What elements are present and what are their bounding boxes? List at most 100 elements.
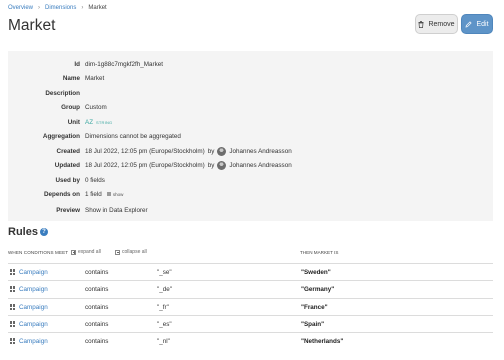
- rule-value: "_se": [157, 268, 172, 276]
- detail-row-preview: Preview Show in Data Explorer: [8, 205, 493, 215]
- rules-title-text: Rules: [8, 226, 38, 238]
- rule-dimension-link[interactable]: Campaign: [19, 286, 48, 293]
- detail-row-name: Name Market: [8, 73, 493, 83]
- rule-row: Campaign contains "_de" "Germany": [8, 280, 493, 297]
- detail-id-value: dim-1g88c7mgkf2fh_Market: [85, 60, 164, 68]
- avatar: [217, 146, 227, 156]
- detail-unit-value: AZ STRING: [85, 119, 112, 126]
- breadcrumb: Overview › Dimensions › Market: [8, 5, 107, 11]
- rule-dimension-link[interactable]: Campaign: [19, 321, 48, 328]
- unit-symbol: AZ: [85, 118, 94, 126]
- detail-row-updated: Updated 18 Jul 2022, 12:05 pm (Europe/St…: [8, 160, 493, 170]
- detail-depends-on-value: 1 field show: [85, 191, 123, 198]
- expand-all-icon: [71, 249, 76, 255]
- expand-all-label: expand all: [78, 249, 101, 255]
- dimension-details-panel: Id dim-1g88c7mgkf2fh_Market Name Market …: [8, 51, 493, 221]
- rule-result: "Sweden": [301, 268, 331, 276]
- dimension-grid-icon: [10, 286, 16, 292]
- edit-button-label: Edit: [476, 20, 489, 28]
- collapse-all-label: collapse all: [122, 249, 147, 255]
- detail-row-unit: Unit AZ STRING: [8, 117, 493, 127]
- breadcrumb-overview[interactable]: Overview: [8, 5, 33, 11]
- created-date: 18 Jul 2022, 12:05 pm (Europe/Stockholm): [85, 147, 205, 155]
- expand-all-button[interactable]: expand all: [71, 249, 101, 255]
- detail-row-description: Description: [8, 88, 493, 98]
- created-by-text: by: [207, 147, 215, 155]
- rule-operator: contains: [85, 268, 109, 276]
- breadcrumb-current: Market: [88, 5, 107, 11]
- detail-row-aggregation: Aggregation Dimensions cannot be aggrega…: [8, 131, 493, 141]
- detail-label: Description: [45, 89, 80, 97]
- help-icon[interactable]: ?: [39, 228, 48, 236]
- rule-value: "_de": [157, 285, 172, 293]
- detail-label: Used by: [55, 176, 81, 184]
- expand-square-icon: [106, 192, 111, 196]
- updated-user: Johannes Andreasson: [229, 161, 292, 169]
- breadcrumb-separator-icon: ›: [38, 5, 41, 11]
- trash-icon: [418, 20, 424, 28]
- detail-label: Group: [61, 103, 80, 111]
- rule-operator: contains: [85, 303, 109, 311]
- detail-row-used-by: Used by 0 fields: [8, 175, 493, 185]
- column-header-then: THEN MARKET IS: [300, 249, 339, 255]
- detail-updated-value: 18 Jul 2022, 12:05 pm (Europe/Stockholm)…: [85, 160, 292, 170]
- rules-table-header: WHEN CONDITIONS MEET expand all collapse…: [8, 246, 493, 258]
- breadcrumb-separator-icon: ›: [81, 5, 84, 11]
- detail-label: Preview: [56, 206, 80, 214]
- rule-row: Campaign contains "_es" "Spain": [8, 315, 493, 332]
- rule-value: "_fr": [157, 303, 169, 311]
- rule-dimension-link[interactable]: Campaign: [19, 338, 48, 345]
- avatar: [217, 160, 227, 170]
- rule-row: Campaign contains "_se" "Sweden": [8, 263, 493, 280]
- rule-result: "France": [301, 303, 328, 311]
- rule-value: "_es": [157, 320, 172, 328]
- remove-button[interactable]: Remove: [415, 14, 458, 34]
- edit-button[interactable]: Edit: [461, 14, 493, 34]
- dimension-grid-icon: [10, 269, 16, 275]
- collapse-all-button[interactable]: collapse all: [115, 249, 147, 255]
- detail-label: Name: [62, 74, 80, 82]
- rule-row: Campaign contains "_fr" "France": [8, 298, 493, 315]
- rule-operator: contains: [85, 337, 109, 345]
- detail-label: Depends on: [43, 190, 80, 198]
- show-dependencies-button[interactable]: show: [106, 191, 124, 197]
- created-user: Johannes Andreasson: [229, 147, 292, 155]
- dimension-grid-icon: [10, 304, 16, 310]
- rule-result: "Netherlands": [301, 337, 344, 345]
- column-header-when: WHEN CONDITIONS MEET: [8, 249, 69, 255]
- detail-label: Id: [74, 60, 80, 68]
- detail-row-id: Id dim-1g88c7mgkf2fh_Market: [8, 59, 493, 69]
- rule-value: "_nl": [157, 337, 170, 345]
- rule-dimension-link[interactable]: Campaign: [19, 269, 48, 276]
- detail-name-value: Market: [85, 74, 105, 82]
- rule-operator: contains: [85, 320, 109, 328]
- detail-aggregation-value: Dimensions cannot be aggregated: [85, 132, 181, 140]
- detail-row-group: Group Custom: [8, 102, 493, 112]
- remove-button-label: Remove: [428, 20, 455, 28]
- rule-result: "Germany": [301, 285, 335, 293]
- dimension-grid-icon: [10, 338, 16, 344]
- show-label: show: [112, 191, 124, 197]
- depends-on-count: 1 field: [85, 190, 102, 198]
- detail-used-by-value: 0 fields: [85, 176, 105, 184]
- rule-row: Campaign contains "_nl" "Netherlands": [8, 332, 493, 349]
- collapse-all-icon: [115, 249, 120, 255]
- detail-row-depends-on: Depends on 1 field show: [8, 189, 493, 199]
- detail-row-created: Created 18 Jul 2022, 12:05 pm (Europe/St…: [8, 146, 493, 156]
- rule-result: "Spain": [301, 320, 325, 328]
- show-in-data-explorer-link[interactable]: Show in Data Explorer: [85, 207, 148, 214]
- detail-label: Updated: [54, 161, 80, 169]
- updated-date: 18 Jul 2022, 12:05 pm (Europe/Stockholm): [85, 161, 205, 169]
- page-title: Market: [8, 17, 56, 34]
- detail-group-value: Custom: [85, 103, 107, 111]
- updated-by-text: by: [207, 161, 215, 169]
- rule-dimension-link[interactable]: Campaign: [19, 304, 48, 311]
- detail-label: Created: [56, 147, 80, 155]
- unit-type-tag: STRING: [96, 119, 113, 125]
- dimension-grid-icon: [10, 321, 16, 327]
- pencil-icon: [465, 20, 473, 28]
- detail-label: Aggregation: [42, 132, 80, 140]
- detail-created-value: 18 Jul 2022, 12:05 pm (Europe/Stockholm)…: [85, 146, 292, 156]
- breadcrumb-dimensions[interactable]: Dimensions: [45, 5, 76, 11]
- rule-operator: contains: [85, 285, 109, 293]
